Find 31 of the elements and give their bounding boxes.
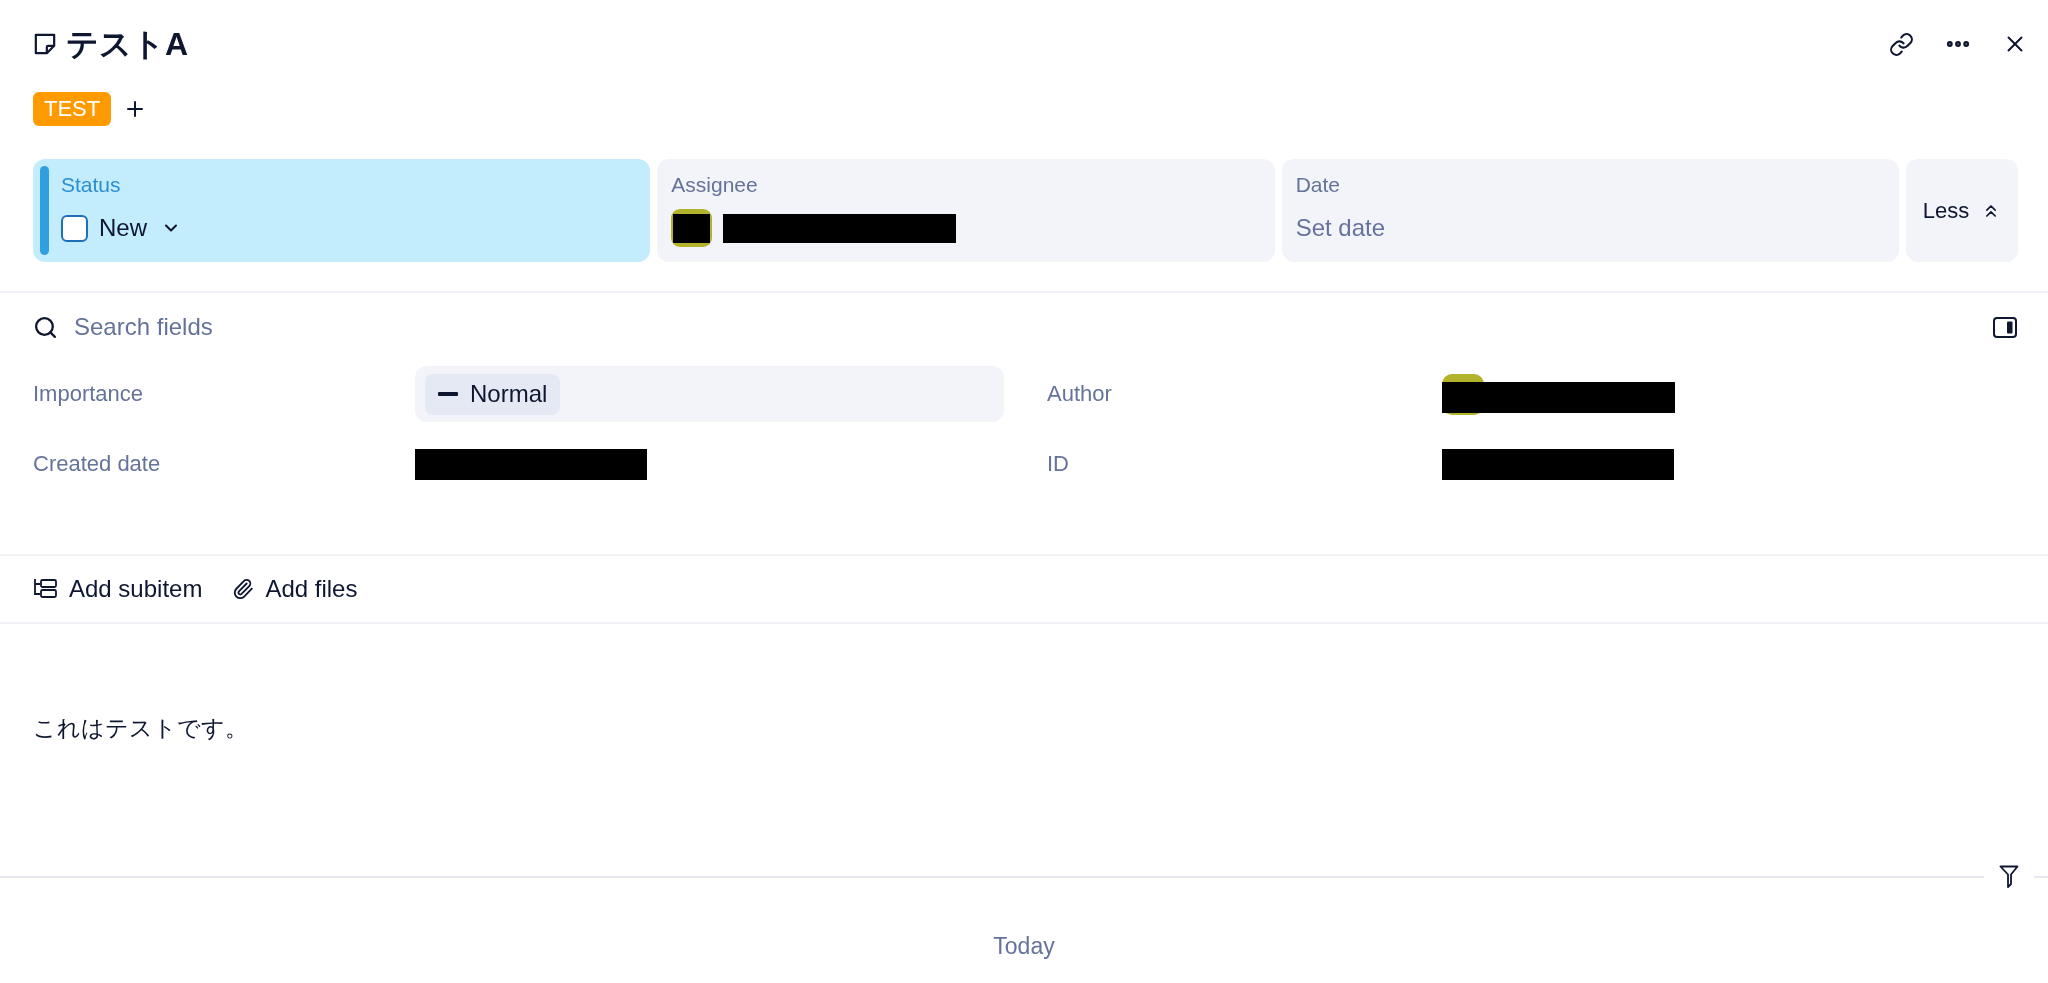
field-label: Date <box>1295 173 1341 197</box>
subitem-icon <box>33 578 58 600</box>
field-label: Assignee <box>671 173 759 197</box>
search-icon <box>33 314 58 340</box>
note-icon <box>34 33 56 55</box>
date-separator: Today <box>993 932 1055 961</box>
panel-toggle-icon[interactable] <box>1993 316 2017 338</box>
description-text: これはテストです。 <box>33 714 249 743</box>
search-field[interactable]: Search fields <box>74 312 394 342</box>
field-label: Status <box>61 173 122 197</box>
field-label: Importance <box>33 380 144 408</box>
date-card[interactable]: Date Set date <box>1281 159 1899 262</box>
checkbox[interactable] <box>61 214 88 242</box>
field-label: Created date <box>33 450 161 478</box>
field-label: Author <box>1047 380 1112 408</box>
status-card[interactable]: Status New <box>33 159 651 262</box>
add-files-button[interactable]: Add files <box>232 574 358 604</box>
add-subitem-button[interactable]: Add subitem <box>33 574 203 604</box>
collapse-button[interactable]: Less <box>1906 159 2018 262</box>
importance-value: Normal <box>470 379 548 409</box>
date-input[interactable]: Set date <box>1295 213 1596 243</box>
paperclip-icon <box>232 577 255 601</box>
minus-icon <box>438 392 458 396</box>
filter-icon[interactable] <box>1999 865 2019 888</box>
importance-field[interactable]: Normal <box>415 366 1004 422</box>
status-dropdown[interactable]: New <box>61 211 181 245</box>
assignee-card[interactable]: Assignee <box>657 159 1275 262</box>
field-label: ID <box>1047 450 1069 478</box>
status-value: New <box>99 213 147 243</box>
link-icon[interactable] <box>1889 31 1914 57</box>
item-title: テストA <box>66 25 189 63</box>
